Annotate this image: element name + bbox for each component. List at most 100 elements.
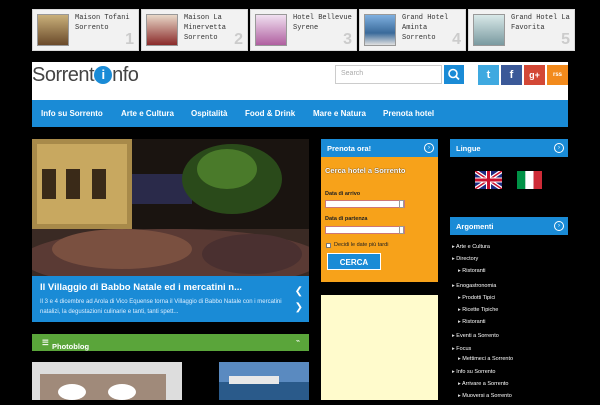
search-icon	[448, 68, 460, 81]
lingue-header[interactable]: Lingue ›	[450, 139, 568, 157]
italy-flag-graphic	[517, 171, 542, 189]
slide-description: Il 3 e 4 dicembre ad Arola di Vico Equen…	[40, 299, 282, 315]
argomenti-item[interactable]: ▸ Arte e Cultura	[452, 244, 490, 250]
argomenti-title: Argomenti	[456, 222, 494, 231]
slide-title[interactable]: Il Villaggio di Babbo Natale ed i mercat…	[40, 282, 242, 293]
argomenti-item-label: Ricette Tipiche	[462, 307, 499, 313]
hotel-thumbnail	[255, 14, 287, 46]
hotel-number: 4	[452, 31, 461, 48]
argomenti-item-label: Arte e Cultura	[456, 244, 490, 250]
hotel-name: Grand Hotel La Favorita	[511, 14, 570, 32]
argomenti-header[interactable]: Argomenti ›	[450, 217, 568, 235]
argomenti-item-label: Directory	[456, 256, 479, 262]
flag-italy-icon[interactable]	[517, 171, 542, 189]
prenota-title: Prenota ora!	[327, 144, 372, 153]
photoblog-image	[32, 362, 182, 400]
prenota-header[interactable]: Prenota ora! ›	[321, 139, 438, 157]
argomenti-subitem[interactable]: ▸ Ristoranti	[458, 268, 486, 274]
calendar-icon[interactable]	[399, 200, 404, 208]
departure-label: Data di partenza	[325, 216, 368, 222]
hotel-card-2[interactable]: Maison La Minervetta Sorrento 2	[141, 9, 248, 51]
calendar-icon[interactable]	[399, 226, 404, 234]
photoblog-label: Photoblog	[52, 342, 90, 351]
logo-text-suffix: nfo	[112, 64, 139, 86]
rss-small-icon[interactable]: ⌁	[293, 338, 303, 348]
logo-info-mark: i	[94, 66, 113, 84]
hotel-thumbnail	[146, 14, 178, 46]
hotel-thumbnail	[364, 14, 396, 46]
argomenti-item-label: Enogastronomia	[456, 283, 497, 289]
photoblog-thumb-2[interactable]	[219, 362, 309, 400]
hotel-number: 1	[125, 31, 134, 48]
argomenti-item-label: Mettimeci a Sorrento	[462, 356, 514, 362]
uk-flag-graphic	[473, 169, 504, 191]
main-nav: Info su Sorrento Arte e Cultura Ospitali…	[32, 100, 568, 127]
hotel-card-5[interactable]: Grand Hotel La Favorita 5	[468, 9, 575, 51]
decide-later-label: Decidi le date più tardi	[334, 242, 389, 248]
hotel-card-1[interactable]: Maison Tofani Sorrento 1	[32, 9, 139, 51]
search-button[interactable]	[444, 65, 464, 84]
hotel-number: 2	[234, 31, 243, 48]
lingue-title: Lingue	[456, 144, 481, 153]
arrival-label: Data di arrivo	[325, 191, 361, 197]
argomenti-item[interactable]: ▸ Enogastronomia	[452, 283, 496, 289]
facebook-icon[interactable]: f	[501, 65, 522, 85]
hotel-thumbnail	[473, 14, 505, 46]
nav-info-sorrento[interactable]: Info su Sorrento	[41, 100, 103, 127]
nav-food-drink[interactable]: Food & Drink	[245, 100, 295, 127]
photoblog-title: ☰ Photoblog	[42, 338, 90, 351]
arrow-circle-icon[interactable]: ›	[554, 143, 564, 153]
argomenti-item-label: Ristoranti	[462, 319, 486, 325]
decide-later-checkbox[interactable]	[326, 243, 331, 248]
photoblog-header[interactable]: ☰ Photoblog ⌁	[32, 334, 309, 351]
nav-ospitalita[interactable]: Ospitalità	[191, 100, 227, 127]
booking-form: Data di arrivo Data di partenza Decidi l…	[321, 182, 438, 282]
hotel-number: 5	[561, 31, 570, 48]
hotel-thumbnail	[37, 14, 69, 46]
departure-date-field[interactable]	[325, 226, 405, 234]
flag-uk-icon[interactable]	[473, 169, 504, 191]
photoblog-thumb-1[interactable]	[32, 362, 182, 400]
slide-prev-icon[interactable]: ❮	[295, 286, 303, 297]
arrival-date-field[interactable]	[325, 200, 405, 208]
argomenti-item-label: Arrivare a Sorrento	[462, 381, 509, 387]
argomenti-item[interactable]: ▸ Directory	[452, 256, 478, 262]
cerca-button[interactable]: CERCA	[327, 253, 381, 270]
argomenti-subitem[interactable]: ▸ Mettimeci a Sorrento	[458, 356, 513, 362]
argomenti-subitem[interactable]: ▸ Arrivare a Sorrento	[458, 381, 508, 387]
argomenti-item[interactable]: ▸ Focus	[452, 346, 471, 352]
site-logo[interactable]: Sorrent i nfo	[32, 64, 139, 87]
argomenti-subitem[interactable]: ▸ Ricette Tipiche	[458, 307, 498, 313]
slide-caption[interactable]: Il Villaggio di Babbo Natale ed i mercat…	[32, 276, 309, 322]
slide-next-icon[interactable]: ❯	[295, 302, 303, 313]
prenota-subtitle-bar: Cerca hotel a Sorrento	[321, 157, 438, 182]
argomenti-subitem[interactable]: ▸ Ristoranti	[458, 319, 486, 325]
argomenti-item-label: Prodotti Tipici	[462, 295, 496, 301]
hotel-card-4[interactable]: Grand Hotel Aminta Sorrento 4	[359, 9, 466, 51]
argomenti-subitem[interactable]: ▸ Prodotti Tipici	[458, 295, 495, 301]
argomenti-item[interactable]: ▸ Eventi a Sorrento	[452, 333, 499, 339]
hotel-number: 3	[343, 31, 352, 48]
google-plus-icon[interactable]: g+	[524, 65, 545, 85]
argomenti-item-label: Ristoranti	[462, 268, 486, 274]
argomenti-subitem[interactable]: ▸ Muoversi a Sorrento	[458, 393, 512, 399]
search-input[interactable]: Search	[335, 65, 442, 84]
argomenti-item-label: Muoversi a Sorrento	[462, 393, 512, 399]
nav-mare-natura[interactable]: Mare e Natura	[313, 100, 366, 127]
hotel-card-3[interactable]: Hotel Bellevue Syrene 3	[250, 9, 357, 51]
twitter-icon[interactable]: t	[478, 65, 499, 85]
argomenti-item-label: Focus	[456, 346, 472, 352]
rss-icon[interactable]: rss	[547, 65, 568, 85]
arrow-circle-icon[interactable]: ›	[424, 143, 434, 153]
argomenti-item-label: Info su Sorrento	[456, 369, 496, 375]
arrow-circle-icon[interactable]: ›	[554, 221, 564, 231]
nav-arte-cultura[interactable]: Arte e Cultura	[121, 100, 174, 127]
photoblog-image	[219, 362, 309, 400]
nav-prenota-hotel[interactable]: Prenota hotel	[383, 100, 434, 127]
ad-panel	[321, 295, 438, 400]
site-header: Sorrent i nfo Search t f g+ rss	[32, 62, 568, 100]
argomenti-item-label: Eventi a Sorrento	[456, 333, 499, 339]
prenota-subtitle: Cerca hotel a Sorrento	[325, 166, 406, 175]
hotel-name: Maison Tofani Sorrento	[75, 14, 130, 32]
argomenti-item[interactable]: ▸ Info su Sorrento	[452, 369, 495, 375]
